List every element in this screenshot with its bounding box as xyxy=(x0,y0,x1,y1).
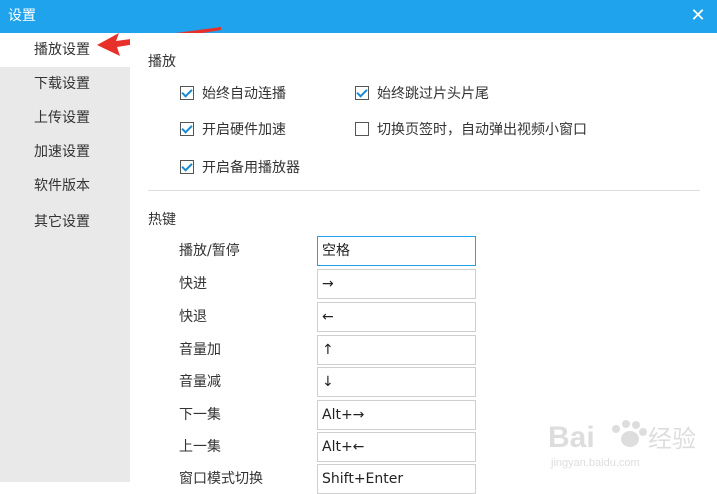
checkbox-label: 始终跳过片头片尾 xyxy=(377,86,489,102)
hotkey-label-play-pause: 播放/暂停 xyxy=(179,243,240,259)
hotkey-input-next-episode[interactable]: Alt+→ xyxy=(317,400,476,430)
checkbox-checked-icon xyxy=(180,122,194,136)
hotkey-input-forward[interactable]: → xyxy=(317,269,476,299)
playback-section-title: 播放 xyxy=(148,54,176,70)
checkbox-label: 开启备用播放器 xyxy=(202,160,300,176)
sidebar-item-upload[interactable]: 上传设置 xyxy=(0,101,130,135)
title-bar: 设置 ✕ xyxy=(0,0,717,33)
hotkey-label-next-episode: 下一集 xyxy=(179,407,221,423)
checkbox-checked-icon xyxy=(180,160,194,174)
hotkey-label-volume-up: 音量加 xyxy=(179,342,221,358)
settings-sidebar: 播放设置 下载设置 上传设置 加速设置 软件版本 其它设置 xyxy=(0,33,130,482)
sidebar-item-acceleration[interactable]: 加速设置 xyxy=(0,135,130,169)
popup-mini-window-checkbox[interactable]: 切换页签时，自动弹出视频小窗口 xyxy=(355,120,587,140)
skip-intro-outro-checkbox[interactable]: 始终跳过片头片尾 xyxy=(355,84,489,104)
hotkey-input-play-pause[interactable]: 空格 xyxy=(317,236,476,266)
hotkey-label-window-mode: 窗口模式切换 xyxy=(179,471,263,487)
checkbox-label: 切换页签时，自动弹出视频小窗口 xyxy=(377,122,587,138)
auto-continuous-play-checkbox[interactable]: 始终自动连播 xyxy=(180,84,286,104)
hotkeys-section-title: 热键 xyxy=(148,212,176,228)
sidebar-item-version[interactable]: 软件版本 xyxy=(0,169,130,203)
hardware-acceleration-checkbox[interactable]: 开启硬件加速 xyxy=(180,120,286,140)
sidebar-item-download[interactable]: 下载设置 xyxy=(0,67,130,101)
checkbox-label: 始终自动连播 xyxy=(202,86,286,102)
window-title: 设置 xyxy=(8,8,36,24)
sidebar-item-other[interactable]: 其它设置 xyxy=(0,205,130,239)
backup-player-checkbox[interactable]: 开启备用播放器 xyxy=(180,158,300,178)
checkbox-unchecked-icon xyxy=(355,122,369,136)
hotkey-label-rewind: 快退 xyxy=(179,309,207,325)
sidebar-item-playback[interactable]: 播放设置 xyxy=(0,33,130,67)
section-divider xyxy=(148,190,700,191)
hotkey-label-volume-down: 音量减 xyxy=(179,374,221,390)
hotkey-label-forward: 快进 xyxy=(179,276,207,292)
hotkey-label-prev-episode: 上一集 xyxy=(179,439,221,455)
checkbox-checked-icon xyxy=(180,86,194,100)
hotkey-input-prev-episode[interactable]: Alt+← xyxy=(317,432,476,462)
hotkey-input-volume-down[interactable]: ↓ xyxy=(317,367,476,397)
checkbox-label: 开启硬件加速 xyxy=(202,122,286,138)
hotkey-input-window-mode[interactable]: Shift+Enter xyxy=(317,464,476,494)
hotkey-input-rewind[interactable]: ← xyxy=(317,302,476,332)
hotkey-input-volume-up[interactable]: ↑ xyxy=(317,335,476,365)
checkbox-checked-icon xyxy=(355,86,369,100)
close-icon[interactable]: ✕ xyxy=(689,7,707,25)
settings-content: 播放 始终自动连播 始终跳过片头片尾 开启硬件加速 切换页签时，自动弹出视频小窗… xyxy=(130,33,717,494)
